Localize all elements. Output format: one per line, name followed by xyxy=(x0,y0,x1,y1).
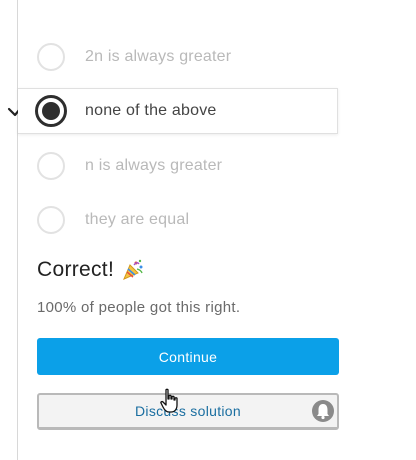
hand-pointer-cursor xyxy=(160,388,178,413)
discuss-button-label: Discuss solution xyxy=(135,403,241,419)
continue-button-label: Continue xyxy=(158,348,218,365)
radio-button[interactable] xyxy=(37,152,65,180)
bell-icon[interactable] xyxy=(311,399,335,423)
option-label: they are equal xyxy=(85,211,190,228)
radio-button[interactable] xyxy=(37,43,65,71)
option-label: n is always greater xyxy=(85,157,223,174)
option-2n-always-greater[interactable]: 2n is always greater xyxy=(18,34,338,80)
result-heading: Correct! xyxy=(37,258,144,282)
percent-correct-text: 100% of people got this right. xyxy=(37,299,241,316)
continue-button[interactable]: Continue xyxy=(37,338,339,375)
option-label: 2n is always greater xyxy=(85,48,232,65)
option-they-are-equal[interactable]: they are equal xyxy=(18,197,338,243)
radio-button[interactable] xyxy=(37,206,65,234)
quiz-answer-panel: 2n is always greater none of the above n… xyxy=(0,0,416,460)
option-none-of-the-above[interactable]: none of the above xyxy=(18,88,338,134)
option-n-always-greater[interactable]: n is always greater xyxy=(18,143,338,189)
result-title: Correct! xyxy=(37,258,115,281)
option-label: none of the above xyxy=(85,102,217,119)
party-popper-icon xyxy=(123,259,143,280)
radio-button-selected[interactable] xyxy=(35,95,67,127)
discuss-solution-button[interactable]: Discuss solution xyxy=(37,393,339,430)
